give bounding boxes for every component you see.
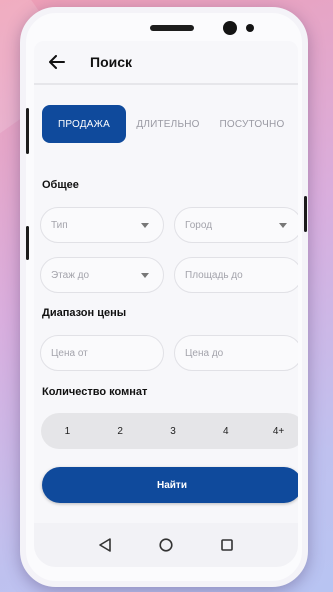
search-button[interactable]: Найти xyxy=(42,467,298,503)
phone-frame: Поиск ПРОДАЖА ДЛИТЕЛЬНО ПОСУТОЧНО Общее … xyxy=(20,7,308,587)
price-from-input[interactable]: Цена от xyxy=(40,335,164,371)
type-placeholder: Тип xyxy=(51,219,68,231)
room-option-3[interactable]: 3 xyxy=(147,413,200,449)
system-nav-bar xyxy=(34,523,298,567)
price-to-placeholder: Цена до xyxy=(185,347,224,359)
city-select[interactable]: Город xyxy=(174,207,298,243)
room-option-1[interactable]: 1 xyxy=(41,413,94,449)
page-title: Поиск xyxy=(90,54,133,70)
section-title-price: Диапазон цены xyxy=(42,307,127,319)
room-option-2[interactable]: 2 xyxy=(94,413,147,449)
nav-back-button[interactable] xyxy=(96,536,114,554)
proximity-sensor xyxy=(246,24,254,32)
price-from-placeholder: Цена от xyxy=(51,347,88,359)
chevron-down-icon xyxy=(141,273,149,278)
chevron-down-icon xyxy=(279,223,287,228)
app-screen: Поиск ПРОДАЖА ДЛИТЕЛЬНО ПОСУТОЧНО Общее … xyxy=(34,41,298,567)
section-title-general: Общее xyxy=(42,179,79,191)
tab-sale[interactable]: ПРОДАЖА xyxy=(42,105,126,143)
city-placeholder: Город xyxy=(185,219,213,231)
volume-down-button xyxy=(26,226,29,260)
circle-home-icon xyxy=(159,538,173,552)
type-select[interactable]: Тип xyxy=(40,207,164,243)
section-title-rooms: Количество комнат xyxy=(42,386,148,398)
room-option-4-plus[interactable]: 4+ xyxy=(252,413,298,449)
nav-recents-button[interactable] xyxy=(218,536,236,554)
triangle-back-icon xyxy=(98,538,111,552)
room-option-4[interactable]: 4 xyxy=(199,413,252,449)
power-button xyxy=(304,196,307,232)
area-input[interactable]: Площадь до xyxy=(174,257,298,293)
floor-select[interactable]: Этаж до xyxy=(40,257,164,293)
tab-long-term[interactable]: ДЛИТЕЛЬНО xyxy=(126,105,210,143)
arrow-left-icon xyxy=(49,55,65,69)
volume-up-button xyxy=(26,108,29,154)
price-to-input[interactable]: Цена до xyxy=(174,335,298,371)
nav-home-button[interactable] xyxy=(157,536,175,554)
rooms-selector: 1 2 3 4 4+ xyxy=(41,413,298,449)
area-placeholder: Площадь до xyxy=(185,269,243,281)
front-camera xyxy=(223,21,237,35)
square-recents-icon xyxy=(221,539,234,551)
speaker-grille xyxy=(150,25,194,31)
deal-type-tabs: ПРОДАЖА ДЛИТЕЛЬНО ПОСУТОЧНО xyxy=(42,105,294,143)
back-button[interactable] xyxy=(46,51,68,73)
app-bar: Поиск xyxy=(34,41,298,85)
tab-daily[interactable]: ПОСУТОЧНО xyxy=(210,105,294,143)
floor-placeholder: Этаж до xyxy=(51,269,90,281)
chevron-down-icon xyxy=(141,223,149,228)
